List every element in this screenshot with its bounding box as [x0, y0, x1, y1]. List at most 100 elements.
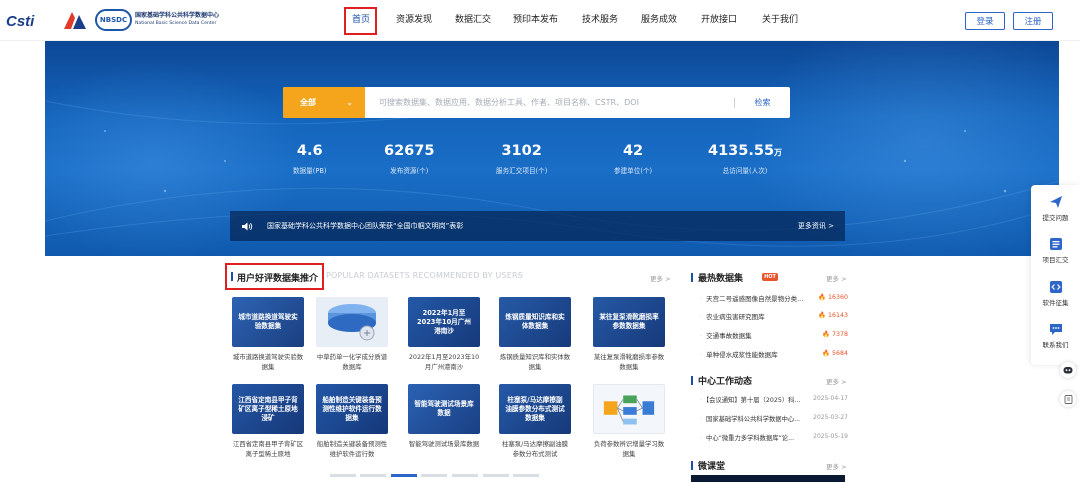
news-ticker[interactable]: 国家基础学科公共科学数据中心团队荣获“全国巾帼文明岗”表彰 更多资讯 > — [230, 211, 845, 241]
stat-value: 4135.55万 — [708, 143, 782, 159]
video-more-link[interactable]: 更多 > — [826, 461, 847, 471]
hot-dataset-name[interactable]: 交通事故数据集 — [706, 332, 752, 340]
nav-tech-services[interactable]: 技术服务 — [582, 12, 618, 25]
nav-service-results[interactable]: 服务成效 — [641, 12, 677, 25]
datasets-more-link[interactable]: 更多 > — [650, 273, 671, 283]
tool-contact-us[interactable]: 联系我们 — [1031, 322, 1080, 349]
stat-submission-projects: 3102 服务汇交项目(个) — [496, 143, 547, 175]
datasets-section-subtitle: POPULAR DATASETS RECOMMENDED BY USERS — [326, 271, 524, 280]
nav-resource-discovery[interactable]: 资源发现 — [396, 12, 432, 25]
dataset-thumbnail — [316, 297, 388, 347]
work-news-title[interactable]: 中心“微重力多学科数据库”论... — [706, 435, 794, 442]
database-illustration-icon — [328, 304, 376, 341]
nav-about[interactable]: 关于我们 — [762, 12, 798, 25]
dataset-name[interactable]: 江西省定南县甲子背矿区离子型稀土原地 — [232, 440, 304, 459]
dataset-card[interactable]: 某往复泵滑靴磨损率参数数据集 某往复泵滑靴磨损率参数数据集 — [593, 297, 665, 372]
dataset-card[interactable]: 城市道路换道驾驶实验数据集 城市道路换道驾驶实验数据集 — [232, 297, 304, 372]
dataset-name[interactable]: 2022年1月至2023年10月广州港南沙 — [408, 353, 480, 372]
nav-preprint[interactable]: 预印本发布 — [513, 12, 558, 25]
dataset-name[interactable]: 负荷参数辨识增量学习数据集 — [593, 440, 665, 459]
list-bullet: · — [700, 435, 703, 442]
dataset-card[interactable]: 江西省定南县甲子背矿区离子型稀土原地浸矿 江西省定南县甲子背矿区离子型稀土原地 — [232, 384, 304, 459]
dataset-card[interactable]: 中草药单一化学成分质谱数据库 — [316, 297, 388, 372]
hot-count: 🔥 7378 — [822, 331, 848, 338]
dataset-name[interactable]: 城市道路换道驾驶实验数据集 — [232, 353, 304, 372]
flame-logo-icon — [64, 12, 86, 29]
carousel-dot[interactable] — [360, 474, 386, 477]
dataset-name[interactable]: 船舶制造关键装备预测性维护软件运行数 — [316, 440, 388, 459]
news-ticker-text[interactable]: 国家基础学科公共科学数据中心团队荣获“全国巾帼文明岗”表彰 — [267, 221, 463, 231]
work-section-title: 中心工作动态 — [698, 377, 753, 387]
hot-dataset-name[interactable]: 农业病虫害研究图库 — [706, 313, 765, 321]
work-news-title[interactable]: 【会议通知】第十届（2025）科... — [706, 397, 800, 404]
hot-count: 🔥 16360 — [818, 294, 848, 301]
work-news-date: 2025-05-19 — [813, 433, 848, 440]
feedback-icon[interactable] — [1060, 391, 1076, 407]
dataset-name[interactable]: 某往复泵滑靴磨损率参数数据集 — [593, 353, 665, 372]
hot-dataset-name[interactable]: 天宫二号遥感图像自然景物分类... — [706, 295, 803, 303]
tool-submit-question[interactable]: 提交问题 — [1031, 195, 1080, 222]
section-title-bar — [691, 461, 693, 470]
video-section-title: 微课堂 — [698, 462, 726, 472]
dataset-name[interactable]: 柱塞泵/马达摩擦副油膜参数分布式测试 — [499, 440, 571, 459]
register-button[interactable]: 注册 — [1013, 12, 1053, 30]
nbsdc-logo[interactable]: NBSDC 国家基础学科公共科学数据中心 National Basic Scie… — [95, 9, 219, 31]
carousel-dot[interactable] — [483, 474, 509, 477]
nav-home[interactable]: 首页 — [352, 12, 370, 25]
video-thumbnail[interactable] — [691, 475, 845, 482]
nav-data-submission[interactable]: 数据汇交 — [455, 12, 491, 25]
hot-count: 🔥 5684 — [822, 350, 848, 357]
dataset-card[interactable]: 2022年1月至2023年10月广州港南沙 2022年1月至2023年10月广州… — [408, 297, 480, 372]
tool-project-submission[interactable]: 项目汇交 — [1031, 237, 1080, 264]
hot-more-link[interactable]: 更多 > — [826, 273, 847, 283]
carousel-dot[interactable] — [452, 474, 478, 477]
hot-dataset-item[interactable]: · 单种侵水成浆性能数据库 🔥 5684 — [700, 349, 848, 359]
code-icon — [1049, 281, 1062, 293]
work-news-item[interactable]: · 【会议通知】第十届（2025）科... 2025-04-17 — [700, 395, 848, 404]
list-bullet: · — [700, 397, 703, 404]
dataset-card[interactable]: 炼钢质量知识库和实体数据集 炼钢质量知识库和实体数据集 — [499, 297, 571, 372]
hot-dataset-name[interactable]: 单种侵水成浆性能数据库 — [706, 351, 778, 359]
dataset-thumb-text: 船舶制造关键装备预测性维护软件运行数据集 — [322, 395, 382, 422]
hot-dataset-item[interactable]: · 交通事故数据集 🔥 7378 — [700, 330, 848, 340]
dataset-thumbnail: 智能驾驶测试场景库数据 — [408, 384, 480, 434]
more-news-link[interactable]: 更多资讯 > — [798, 221, 834, 231]
login-button[interactable]: 登录 — [965, 12, 1005, 30]
dataset-card[interactable]: 负荷参数辨识增量学习数据集 — [593, 384, 665, 459]
robot-assistant-icon[interactable] — [1060, 362, 1076, 378]
work-more-link[interactable]: 更多 > — [826, 376, 847, 386]
carousel-dot[interactable] — [330, 474, 356, 477]
tool-software-collection[interactable]: 软件征集 — [1031, 280, 1080, 307]
hot-dataset-item[interactable]: · 农业病虫害研究图库 🔥 16143 — [700, 311, 848, 321]
dataset-card[interactable]: 船舶制造关键装备预测性维护软件运行数据集 船舶制造关键装备预测性维护软件运行数 — [316, 384, 388, 459]
work-news-item[interactable]: · 中心“微重力多学科数据库”论... 2025-05-19 — [700, 433, 848, 442]
top-header: Csti NBSDC 国家基础学科公共科学数据中心 National Basic… — [0, 0, 1080, 41]
search-button[interactable]: 检索 — [735, 97, 790, 108]
stat-value: 3102 — [501, 143, 542, 159]
stat-value: 42 — [622, 143, 644, 159]
dataset-name[interactable]: 炼钢质量知识库和实体数据集 — [499, 353, 571, 372]
carousel-dot[interactable] — [421, 474, 447, 477]
search-input[interactable] — [365, 87, 734, 118]
dataset-name[interactable]: 智能驾驶测试场景库数据 — [408, 440, 480, 450]
work-news-item[interactable]: · 国家基础学科公共科学数据中心... 2025-03-27 — [700, 414, 848, 423]
tool-label: 提交问题 — [1042, 214, 1069, 222]
dataset-card[interactable]: 柱塞泵/马达摩擦副油膜参数分布式测试数据集 柱塞泵/马达摩擦副油膜参数分布式测试 — [499, 384, 571, 459]
hot-count-value: 16360 — [827, 294, 848, 301]
dataset-name[interactable]: 中草药单一化学成分质谱数据库 — [316, 353, 388, 372]
carousel-dot-active[interactable] — [391, 474, 417, 477]
chat-icon — [1049, 324, 1062, 335]
list-bullet: · — [700, 295, 703, 303]
document-icon — [1064, 394, 1072, 404]
cstr-logo[interactable]: Csti — [6, 11, 58, 31]
stat-value: 4.6 — [296, 143, 323, 159]
stat-participating-units: 42 参建单位(个) — [614, 143, 652, 175]
carousel-dot[interactable] — [513, 474, 539, 477]
nav-open-api[interactable]: 开放接口 — [701, 12, 737, 25]
search-type-select[interactable]: 全部 ⌄ — [283, 87, 365, 118]
work-news-title[interactable]: 国家基础学科公共科学数据中心... — [706, 416, 800, 423]
dataset-card[interactable]: 智能驾驶测试场景库数据 智能驾驶测试场景库数据 — [408, 384, 480, 450]
dataset-thumb-text: 江西省定南县甲子背矿区离子型稀土原地浸矿 — [238, 395, 298, 422]
hot-dataset-item[interactable]: · 天宫二号遥感图像自然景物分类... 🔥 16360 — [700, 293, 848, 303]
paper-plane-icon — [1049, 196, 1062, 208]
